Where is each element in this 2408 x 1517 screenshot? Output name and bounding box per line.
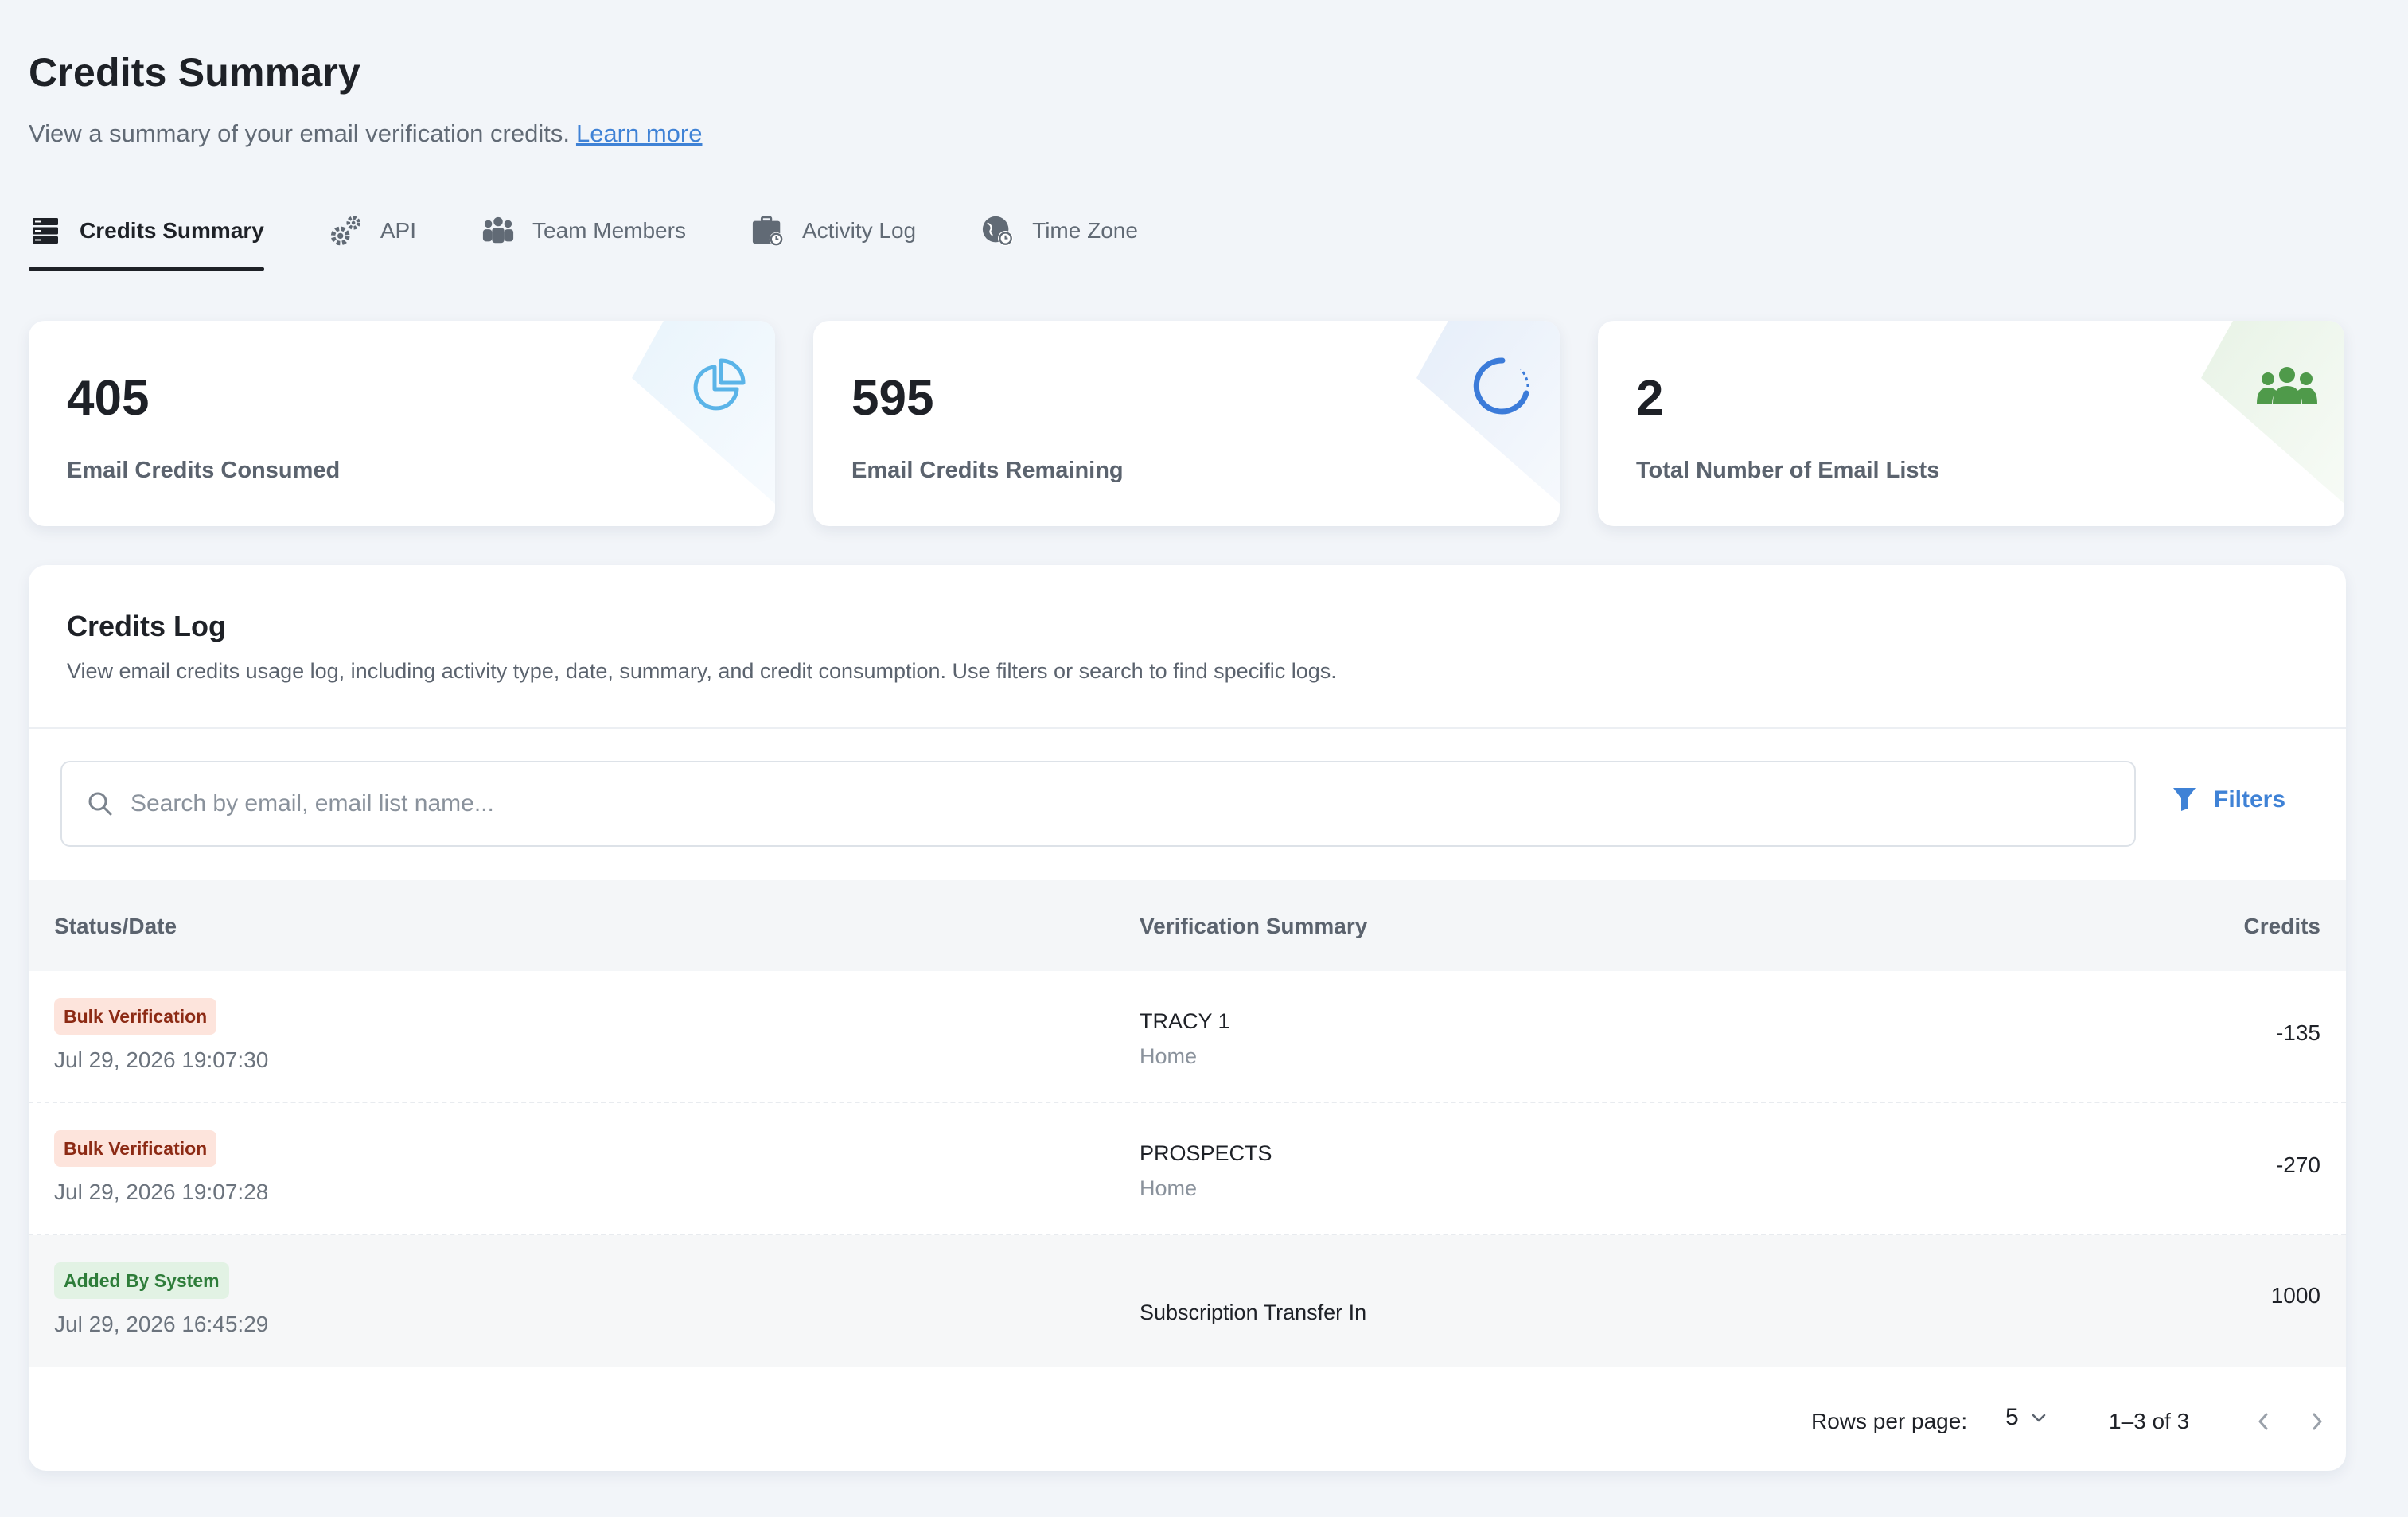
row-credits: -270	[2275, 1152, 2320, 1177]
learn-more-link[interactable]: Learn more	[576, 119, 703, 147]
gears-icon	[329, 214, 363, 248]
email-lists-label: Total Number of Email Lists	[1636, 458, 1940, 483]
tab-api[interactable]: API	[329, 209, 416, 253]
settings-tabs: Credits Summary API Team Members Activit…	[29, 209, 1203, 271]
column-header-status[interactable]: Status/Date	[54, 914, 177, 939]
search-icon	[86, 790, 115, 818]
tab-label: Activity Log	[801, 218, 917, 243]
filter-icon	[2172, 786, 2198, 813]
pagination-range: 1–3 of 3	[2109, 1409, 2190, 1433]
pie-chart-icon	[688, 356, 748, 416]
row-date: Jul 29, 2026 16:45:29	[54, 1312, 269, 1336]
row-folder: Home	[1140, 1176, 1198, 1200]
tab-team-members[interactable]: Team Members	[481, 209, 686, 253]
table-header: Status/Date Verification Summary Credits	[29, 880, 2346, 971]
next-page-button[interactable]	[2301, 1406, 2333, 1437]
status-badge: Bulk Verification	[54, 1130, 217, 1167]
row-list-name: PROSPECTS	[1140, 1141, 1272, 1165]
filters-button[interactable]: Filters	[2172, 786, 2285, 813]
chevron-right-icon	[2313, 1413, 2322, 1430]
subtitle-text: View a summary of your email verificatio…	[29, 119, 570, 147]
row-credits: 1000	[2270, 1283, 2320, 1308]
card-credits-consumed: 405 Email Credits Consumed	[29, 321, 775, 526]
search-box	[60, 761, 2136, 847]
rows-per-page-select[interactable]: 5	[2005, 1404, 2048, 1431]
tab-activity-log[interactable]: Activity Log	[751, 209, 916, 253]
card-credits-remaining: 595 Email Credits Remaining	[813, 321, 1560, 526]
page-subtitle: View a summary of your email verificatio…	[29, 119, 702, 148]
status-badge: Added By System	[54, 1262, 229, 1299]
credits-log-description: View email credits usage log, including …	[67, 659, 1337, 683]
credits-log-title: Credits Log	[67, 610, 227, 642]
credits-consumed-value: 405	[67, 371, 150, 426]
chevron-down-icon	[2030, 1409, 2048, 1426]
globe-clock-icon	[981, 214, 1015, 248]
tab-label: Time Zone	[1032, 218, 1138, 243]
rows-per-page-label: Rows per page:	[1811, 1409, 1968, 1433]
column-header-credits[interactable]: Credits	[2244, 914, 2320, 939]
row-date: Jul 29, 2026 19:07:28	[54, 1180, 269, 1204]
filters-label: Filters	[2214, 786, 2286, 813]
circle-progress-icon	[1472, 356, 1533, 416]
chevron-left-icon	[2258, 1413, 2268, 1430]
credits-summary-page: Credits Summary View a summary of your e…	[0, 0, 2408, 1517]
row-folder: Home	[1140, 1044, 1198, 1068]
credits-remaining-label: Email Credits Remaining	[851, 458, 1124, 483]
card-email-lists: 2 Total Number of Email Lists	[1598, 321, 2344, 526]
credits-remaining-value: 595	[851, 371, 934, 426]
row-list-name: TRACY 1	[1140, 1009, 1230, 1033]
divider	[29, 727, 2346, 729]
rows-per-page-value: 5	[2005, 1404, 2019, 1430]
credits-log-panel: Credits Log View email credits usage log…	[29, 565, 2346, 1471]
briefcase-clock-icon	[751, 214, 785, 248]
email-lists-value: 2	[1636, 371, 1664, 426]
previous-page-button[interactable]	[2247, 1406, 2279, 1437]
tab-label: Team Members	[532, 218, 686, 243]
status-badge: Bulk Verification	[54, 998, 217, 1035]
tab-label: API	[380, 218, 417, 243]
table-row[interactable]: Added By System Jul 29, 2026 16:45:29 Su…	[29, 1235, 2346, 1367]
row-list-name: Subscription Transfer In	[1140, 1301, 1367, 1324]
tab-time-zone[interactable]: Time Zone	[981, 209, 1138, 253]
column-header-summary[interactable]: Verification Summary	[1140, 914, 1367, 939]
table-row[interactable]: Bulk Verification Jul 29, 2026 19:07:28 …	[29, 1103, 2346, 1235]
stat-cards: 405 Email Credits Consumed 595 Email Cre…	[29, 321, 2344, 526]
row-date: Jul 29, 2026 19:07:30	[54, 1047, 269, 1072]
server-stack-icon	[29, 214, 62, 248]
tab-label: Credits Summary	[80, 218, 264, 243]
users-icon	[2257, 356, 2317, 416]
credits-consumed-label: Email Credits Consumed	[67, 458, 341, 483]
table-row[interactable]: Bulk Verification Jul 29, 2026 19:07:30 …	[29, 971, 2346, 1103]
row-credits: -135	[2275, 1020, 2320, 1045]
people-group-icon	[481, 214, 515, 248]
page-title: Credits Summary	[29, 50, 361, 95]
tab-credits-summary[interactable]: Credits Summary	[29, 209, 264, 271]
search-input[interactable]	[131, 790, 2040, 817]
pagination: Rows per page: 5 1–3 of 3	[29, 1367, 2346, 1471]
